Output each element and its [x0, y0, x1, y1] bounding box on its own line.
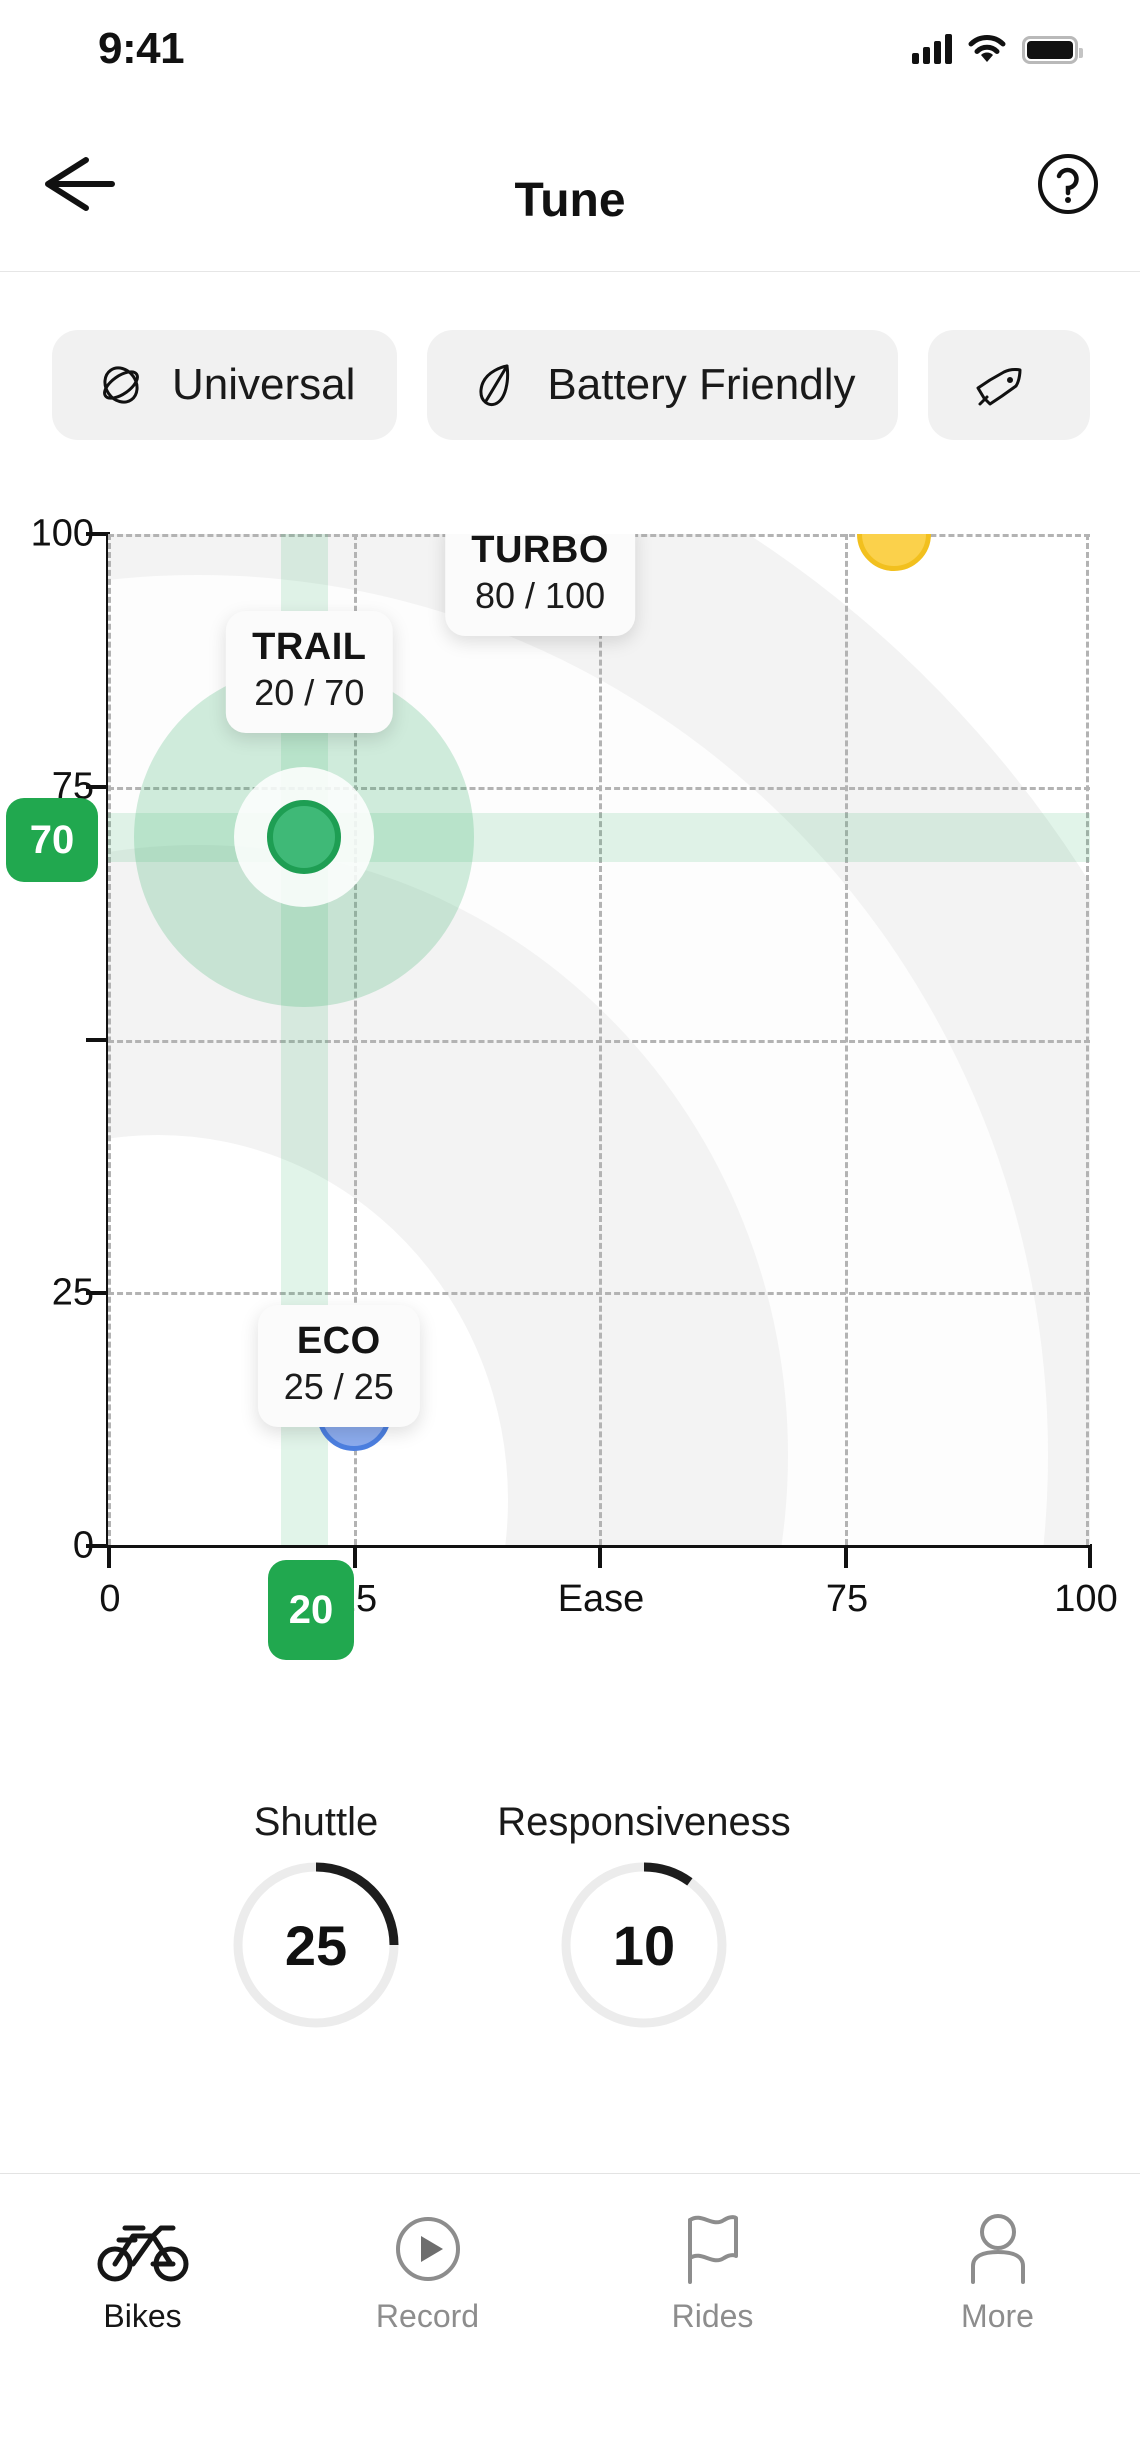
tune-chart[interactable]: Motor Power 100 75 25 0 0 25 Ease 75 100 [0, 500, 1140, 1660]
status-bar: 9:41 [0, 0, 1140, 96]
tune-screen: 9:41 Tune Universal Battery Friendly 100… [0, 0, 1140, 2463]
dial-ring[interactable]: 25 [232, 1861, 400, 2029]
x-tick-75 [844, 1546, 848, 1568]
preset-chip-label: Battery Friendly [547, 360, 856, 409]
tooltip-value: 25 / 25 [283, 1366, 394, 1408]
x-axis-title: Ease [557, 1578, 645, 1620]
y-tick-label-0: 0 [72, 1524, 94, 1567]
data-point-trail[interactable] [267, 800, 342, 875]
tooltip-value: 80 / 100 [475, 574, 606, 616]
preset-chip-third[interactable] [927, 330, 1090, 440]
person-icon [855, 2210, 1140, 2288]
rocket-icon [976, 368, 1021, 406]
tab-label: Rides [671, 2298, 754, 2334]
dial-shuttle[interactable]: Shuttle 25 [146, 1800, 486, 2029]
x-tick-label-75: 75 [825, 1578, 869, 1620]
tooltip-title: TRAIL [252, 625, 367, 668]
nav-bar: Tune [0, 96, 1140, 272]
tooltip-value: 20 / 70 [254, 671, 365, 713]
bottom-tab-bar[interactable]: Bikes Record Rides More [0, 2173, 1140, 2463]
x-tick-100 [1088, 1546, 1092, 1568]
y-tick-label-100: 100 [30, 512, 94, 555]
y-tick-label-25: 25 [51, 1271, 94, 1314]
preset-chip-universal[interactable]: Universal [52, 330, 398, 440]
gridline-y-25 [108, 1292, 1090, 1296]
tab-label: Record [375, 2298, 480, 2334]
tooltip-eco[interactable]: ECO 25 / 25 [257, 1305, 420, 1428]
planet-orbit-icon [103, 366, 139, 404]
tab-more[interactable]: More [855, 2210, 1140, 2335]
gridline-y-50 [108, 1039, 1090, 1043]
x-value-badge[interactable]: 20 [268, 1560, 354, 1660]
plot-area[interactable]: TURBO 80 / 100 TRAIL 20 / 70 ECO 25 / 25 [108, 534, 1090, 1545]
x-tick-label-100: 100 [1054, 1578, 1118, 1620]
dial-label: Shuttle [253, 1800, 379, 1844]
tooltip-title: ECO [296, 1320, 381, 1363]
tab-label: Bikes [103, 2298, 182, 2334]
cellular-signal-icon [912, 34, 952, 64]
battery-icon [1022, 36, 1083, 64]
x-tick-label-0: 0 [99, 1578, 121, 1620]
y-tick-50 [86, 1038, 108, 1042]
tab-label: More [961, 2298, 1034, 2334]
tooltip-title: TURBO [471, 534, 609, 571]
status-time: 9:41 [98, 24, 185, 73]
y-value-badge[interactable]: 70 [6, 798, 98, 882]
bicycle-icon [0, 2210, 285, 2288]
dial-value: 25 [284, 1913, 348, 1977]
leaf-icon [479, 364, 510, 406]
preset-chip-row[interactable]: Universal Battery Friendly [0, 330, 1140, 470]
status-icons [912, 34, 1083, 64]
tab-bikes[interactable]: Bikes [0, 2210, 285, 2335]
dial-row: Shuttle 25 Responsiveness 10 [0, 1800, 1140, 2140]
tab-record[interactable]: Record [285, 2210, 570, 2335]
tooltip-trail[interactable]: TRAIL 20 / 70 [226, 610, 393, 733]
preset-chip-battery-friendly[interactable]: Battery Friendly [427, 330, 898, 440]
tooltip-turbo[interactable]: TURBO 80 / 100 [445, 534, 635, 636]
data-point-turbo[interactable] [856, 534, 931, 571]
tab-rides[interactable]: Rides [570, 2210, 855, 2335]
page-title: Tune [514, 174, 626, 227]
x-tick-50 [598, 1546, 602, 1568]
dial-responsiveness[interactable]: Responsiveness 10 [474, 1800, 814, 2029]
help-question-icon[interactable] [1036, 152, 1100, 216]
record-play-icon [285, 2210, 570, 2288]
x-tick-25 [353, 1546, 357, 1568]
dial-ring[interactable]: 10 [560, 1861, 728, 2029]
flag-icon [570, 2210, 855, 2288]
wifi-icon [968, 35, 1006, 62]
dial-label: Responsiveness [497, 1800, 791, 1844]
dial-value: 10 [612, 1913, 676, 1977]
x-tick-0 [107, 1546, 111, 1568]
preset-chip-label: Universal [172, 360, 356, 409]
